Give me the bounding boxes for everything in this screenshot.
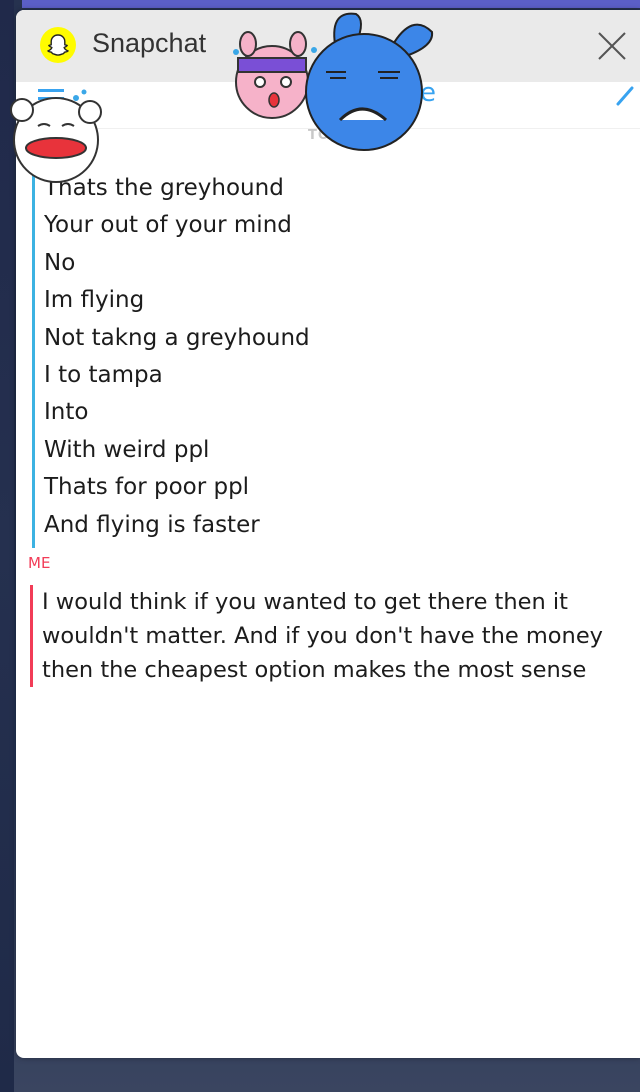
- incoming-message[interactable]: And flying is faster: [35, 507, 615, 544]
- incoming-message[interactable]: Into: [35, 394, 615, 431]
- incoming-message[interactable]: Im flying: [35, 282, 615, 319]
- chat-title: e: [420, 78, 436, 108]
- incoming-message[interactable]: Your out of your mind: [35, 207, 615, 244]
- title-bar[interactable]: Snapchat: [16, 10, 640, 82]
- incoming-message[interactable]: No: [35, 245, 615, 282]
- outgoing-message-group: I would think if you wanted to get there…: [30, 585, 623, 687]
- snapchat-ghost-icon: [40, 27, 76, 63]
- sender-label-me: ME: [28, 554, 51, 572]
- desktop-background: [0, 0, 14, 1092]
- menu-icon[interactable]: [36, 86, 68, 110]
- incoming-message[interactable]: Thats the greyhound: [35, 170, 615, 207]
- incoming-message[interactable]: Thats for poor ppl: [35, 469, 615, 506]
- incoming-message-group: Thats the greyhound Your out of your min…: [32, 170, 615, 548]
- outgoing-message[interactable]: I would think if you wanted to get there…: [33, 585, 623, 687]
- close-icon: [598, 32, 626, 60]
- app-title: Snapchat: [92, 28, 207, 58]
- incoming-message[interactable]: Not takng a greyhound: [35, 320, 615, 357]
- incoming-message[interactable]: With weird ppl: [35, 432, 615, 469]
- edit-icon[interactable]: [612, 82, 638, 108]
- snapchat-window: Snapchat e TODAY Thats the greyhound You…: [16, 10, 640, 1058]
- chat-nav-bar: e: [16, 78, 640, 129]
- date-divider: TODAY: [308, 128, 362, 143]
- incoming-message[interactable]: I to tampa: [35, 357, 615, 394]
- window-top-edge: [22, 0, 640, 8]
- close-button[interactable]: [594, 28, 630, 64]
